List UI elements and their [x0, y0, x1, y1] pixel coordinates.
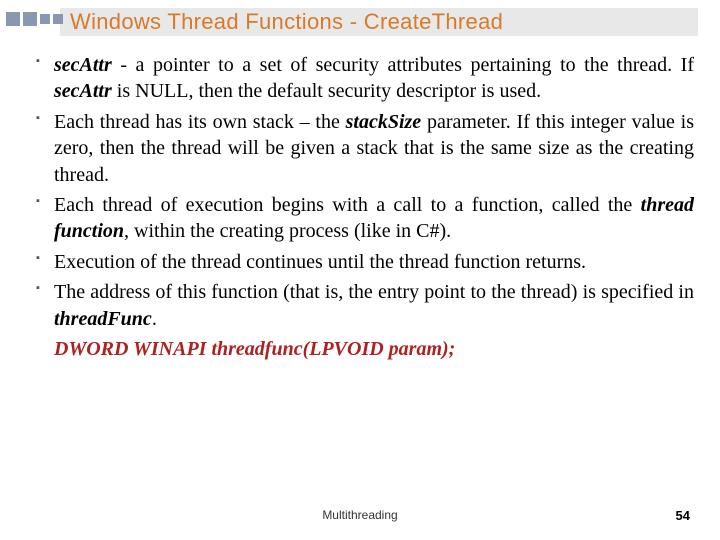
bullet-3: Each thread of execution begins with a c…: [36, 192, 694, 245]
title-bar: Windows Thread Functions - CreateThread: [60, 8, 698, 36]
bullet-4: Execution of the thread continues until …: [36, 249, 694, 275]
bullet-1-text-a: - a pointer to a set of security attribu…: [112, 54, 694, 76]
bullet-5-text-b: .: [152, 308, 157, 330]
bullet-5: The address of this function (that is, t…: [36, 279, 694, 332]
bullet-1-text-b: is NULL, then the default security descr…: [112, 80, 541, 102]
slide-footer: Multithreading 54: [0, 508, 720, 526]
decor-square: [23, 12, 37, 26]
bullet-3-text-a: Each thread of execution begins with a c…: [54, 194, 641, 216]
bullet-1: secAttr - a pointer to a set of security…: [36, 52, 694, 105]
decor-square-small: [40, 14, 50, 24]
header-decoration: [6, 12, 63, 26]
decor-square-small: [53, 14, 63, 24]
bullet-1-term2: secAttr: [54, 80, 112, 102]
bullet-1-term: secAttr: [54, 54, 112, 76]
bullet-2: Each thread has its own stack – the stac…: [36, 109, 694, 188]
footer-label: Multithreading: [0, 508, 720, 522]
slide-title: Windows Thread Functions - CreateThread: [70, 9, 503, 35]
bullet-5-term: threadFunc: [54, 308, 152, 330]
decor-square: [6, 12, 20, 26]
bullet-2-text-a: Each thread has its own stack – the: [54, 111, 346, 133]
bullet-3-text-b: , within the creating process (like in C…: [124, 220, 451, 242]
function-signature: DWORD WINAPI threadfunc(LPVOID param);: [54, 336, 694, 362]
slide-content: secAttr - a pointer to a set of security…: [36, 52, 694, 362]
slide-header: Windows Thread Functions - CreateThread: [0, 0, 720, 38]
page-number: 54: [676, 508, 690, 523]
bullet-4-text: Execution of the thread continues until …: [54, 251, 586, 273]
bullet-5-text-a: The address of this function (that is, t…: [54, 281, 694, 303]
bullet-2-term: stackSize: [346, 111, 422, 133]
